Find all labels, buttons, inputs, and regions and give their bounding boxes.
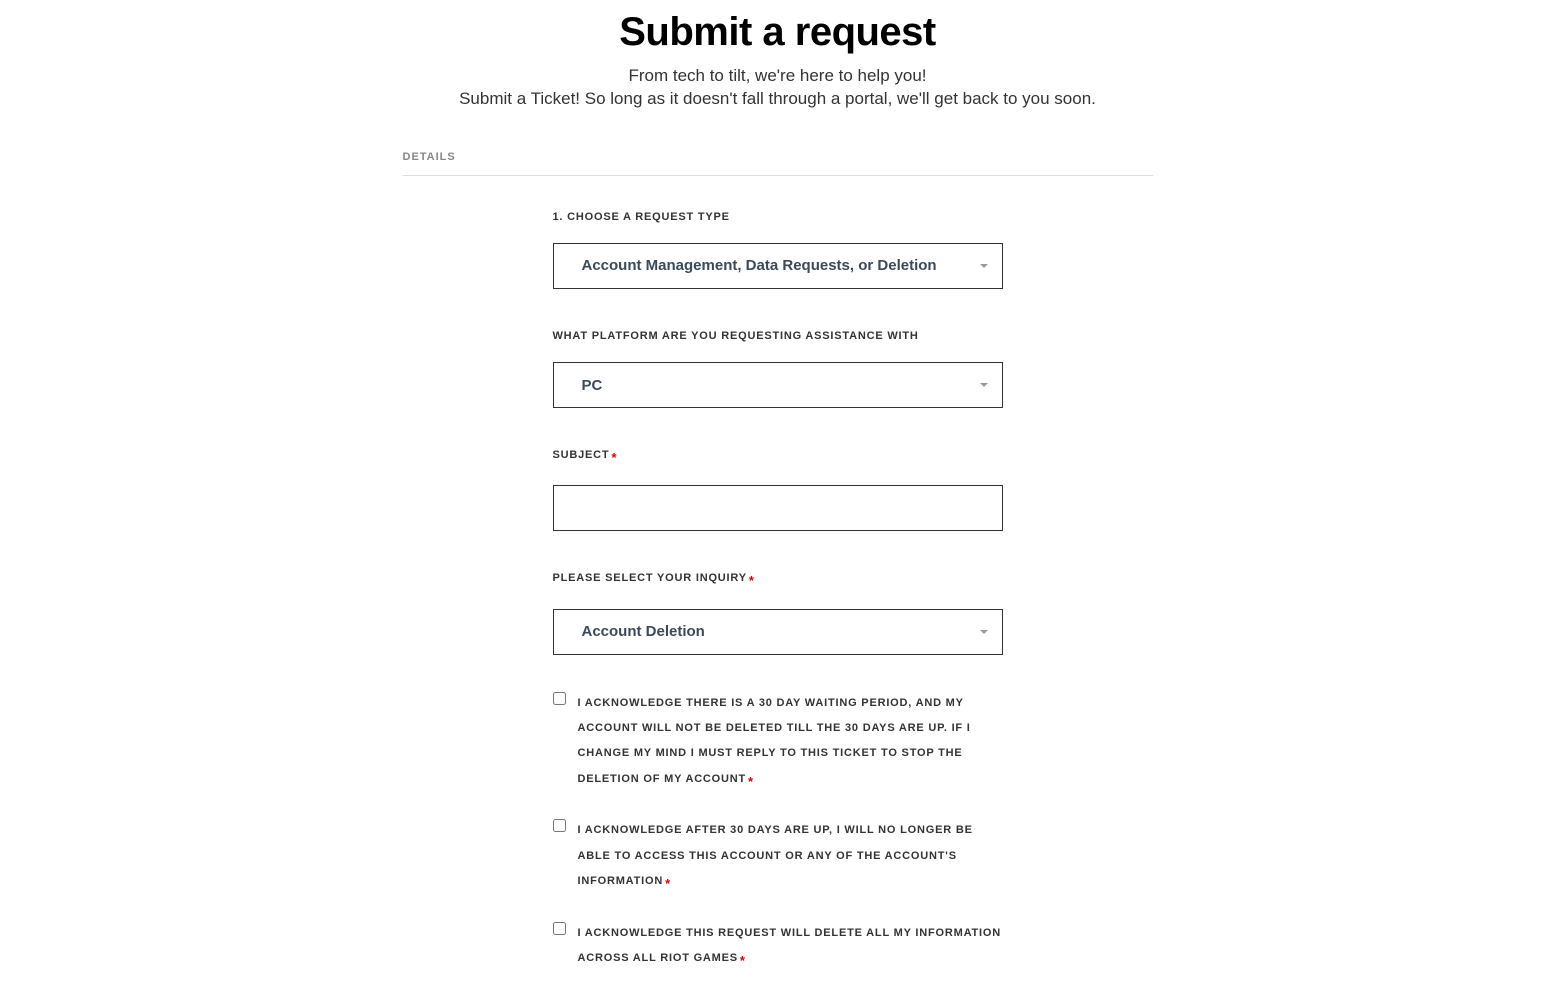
ack-label-2: I ACKNOWLEDGE AFTER 30 DAYS ARE UP, I WI… bbox=[578, 818, 1003, 898]
ack-text-1: I ACKNOWLEDGE THERE IS A 30 DAY WAITING … bbox=[578, 697, 971, 785]
page-container: Submit a request From tech to tilt, we'r… bbox=[0, 0, 1555, 976]
ack-checkbox-1[interactable] bbox=[553, 692, 566, 705]
ack-checkbox-2[interactable] bbox=[553, 819, 566, 832]
field-platform: WHAT PLATFORM ARE YOU REQUESTING ASSISTA… bbox=[553, 325, 1003, 408]
field-request-type: 1. CHOOSE A REQUEST TYPE Account Managem… bbox=[553, 206, 1003, 289]
inquiry-label-text: PLEASE SELECT YOUR INQUIRY bbox=[553, 572, 747, 584]
inquiry-label: PLEASE SELECT YOUR INQUIRY* bbox=[553, 567, 1003, 594]
ack-checkbox-3[interactable] bbox=[553, 922, 566, 935]
details-label: DETAILS bbox=[403, 151, 1153, 176]
ack-row-3: I ACKNOWLEDGE THIS REQUEST WILL DELETE A… bbox=[553, 921, 1003, 976]
required-mark: * bbox=[740, 953, 746, 968]
ack-text-3: I ACKNOWLEDGE THIS REQUEST WILL DELETE A… bbox=[578, 927, 1001, 964]
subtitle-line-1: From tech to tilt, we're here to help yo… bbox=[0, 65, 1555, 88]
subject-label-text: SUBJECT bbox=[553, 449, 610, 461]
ack-row-1: I ACKNOWLEDGE THERE IS A 30 DAY WAITING … bbox=[553, 691, 1003, 797]
subtitle-line-2: Submit a Ticket! So long as it doesn't f… bbox=[0, 88, 1555, 111]
form-area: 1. CHOOSE A REQUEST TYPE Account Managem… bbox=[553, 206, 1003, 976]
request-type-select[interactable]: Account Management, Data Requests, or De… bbox=[553, 243, 1003, 289]
chevron-down-icon bbox=[980, 383, 988, 387]
field-inquiry: PLEASE SELECT YOUR INQUIRY* Account Dele… bbox=[553, 567, 1003, 654]
page-header: Submit a request From tech to tilt, we'r… bbox=[0, 10, 1555, 111]
platform-label: WHAT PLATFORM ARE YOU REQUESTING ASSISTA… bbox=[553, 325, 1003, 348]
required-mark: * bbox=[749, 573, 755, 588]
chevron-down-icon bbox=[980, 264, 988, 268]
platform-value: PC bbox=[582, 377, 603, 394]
ack-label-3: I ACKNOWLEDGE THIS REQUEST WILL DELETE A… bbox=[578, 921, 1003, 976]
inquiry-value: Account Deletion bbox=[582, 623, 705, 640]
details-section: DETAILS 1. CHOOSE A REQUEST TYPE Account… bbox=[403, 151, 1153, 976]
request-type-value: Account Management, Data Requests, or De… bbox=[582, 257, 937, 274]
request-type-label: 1. CHOOSE A REQUEST TYPE bbox=[553, 206, 1003, 229]
chevron-down-icon bbox=[980, 630, 988, 634]
ack-label-1: I ACKNOWLEDGE THERE IS A 30 DAY WAITING … bbox=[578, 691, 1003, 797]
ack-row-2: I ACKNOWLEDGE AFTER 30 DAYS ARE UP, I WI… bbox=[553, 818, 1003, 898]
inquiry-select[interactable]: Account Deletion bbox=[553, 609, 1003, 655]
field-subject: SUBJECT* bbox=[553, 444, 1003, 531]
page-subtitle: From tech to tilt, we're here to help yo… bbox=[0, 65, 1555, 111]
page-title: Submit a request bbox=[0, 10, 1555, 55]
required-mark: * bbox=[748, 774, 754, 789]
subject-input[interactable] bbox=[553, 485, 1003, 531]
required-mark: * bbox=[611, 450, 617, 465]
ack-text-2: I ACKNOWLEDGE AFTER 30 DAYS ARE UP, I WI… bbox=[578, 824, 973, 887]
platform-select[interactable]: PC bbox=[553, 362, 1003, 408]
required-mark: * bbox=[665, 876, 671, 891]
subject-label: SUBJECT* bbox=[553, 444, 1003, 471]
